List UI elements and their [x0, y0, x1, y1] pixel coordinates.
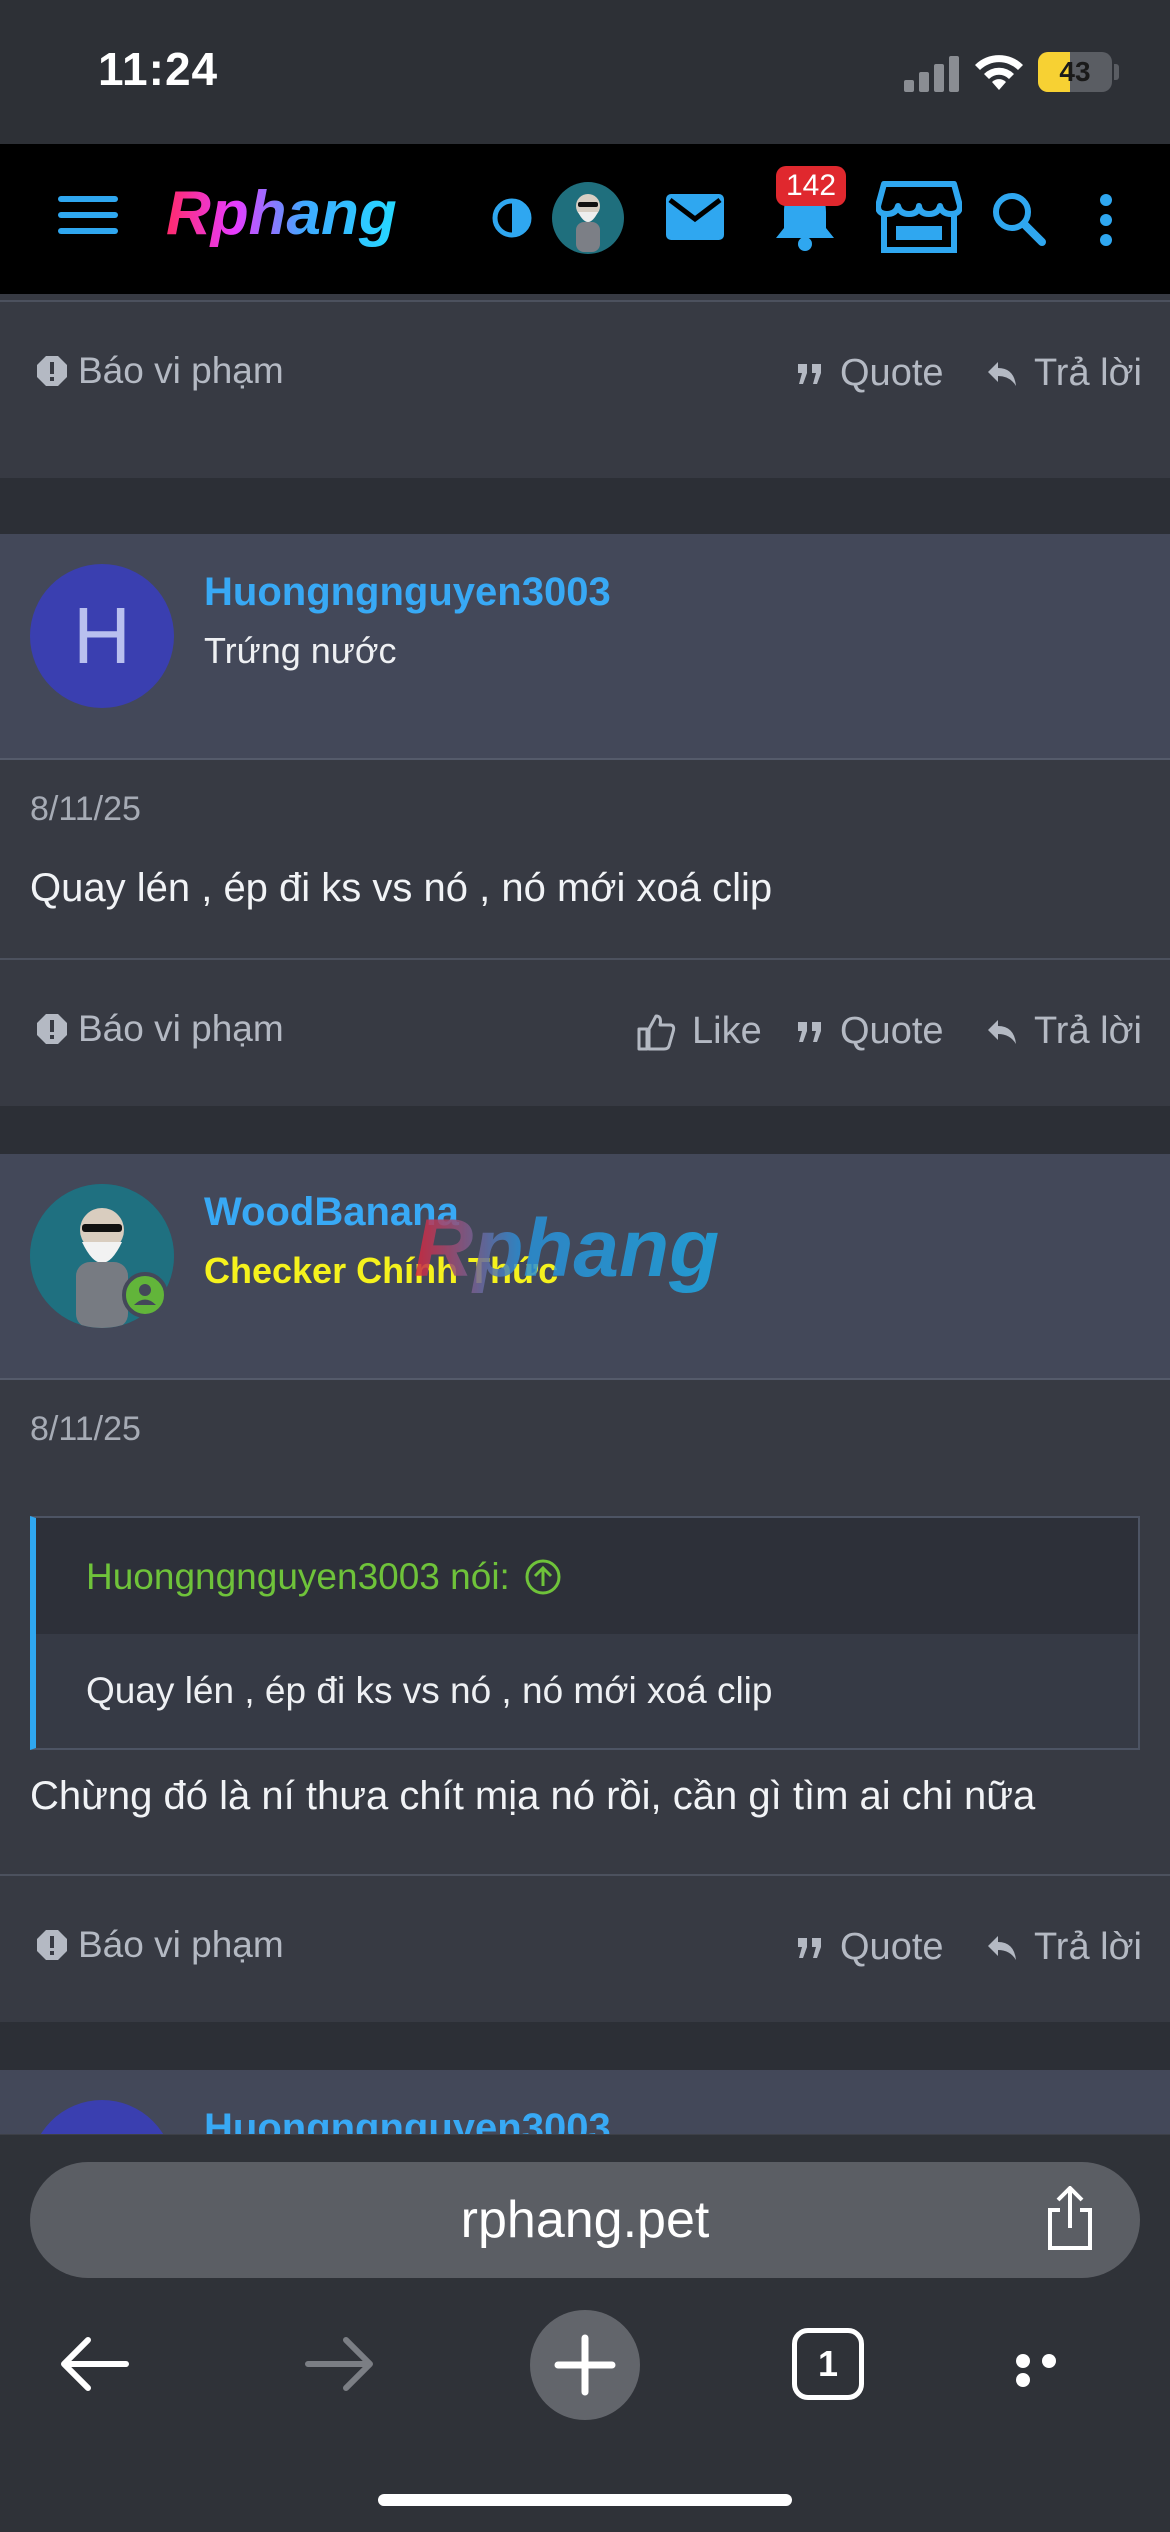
- new-tab-button[interactable]: [530, 2310, 640, 2420]
- browser-more-icon[interactable]: [1016, 2354, 1088, 2387]
- report-label: Báo vi phạm: [78, 350, 284, 391]
- username[interactable]: Huongngnguyen3003: [204, 2106, 611, 2134]
- mail-icon[interactable]: [664, 192, 726, 242]
- post-header: WoodBanana Checker Chính Thức: [0, 1154, 1170, 1380]
- search-icon[interactable]: [990, 190, 1046, 246]
- more-options-icon[interactable]: [1100, 194, 1114, 246]
- notification-count-badge[interactable]: 142: [776, 166, 846, 206]
- alert-icon: [37, 356, 67, 386]
- avatar[interactable]: H: [30, 564, 174, 708]
- username[interactable]: WoodBanana: [204, 1190, 459, 1235]
- reply-button[interactable]: Trả lời: [986, 1010, 1142, 1053]
- share-icon[interactable]: [1040, 2186, 1100, 2252]
- wifi-icon: [975, 55, 1023, 90]
- post-2: WoodBanana Checker Chính Thức 8/11/25 Hu…: [0, 1154, 1170, 2022]
- online-status-icon: [122, 1272, 168, 1318]
- post-body: Chừng đó là ní thưa chít mịa nó rồi, cần…: [30, 1774, 1036, 1818]
- cellular-signal-icon: [904, 56, 959, 92]
- report-label: Báo vi phạm: [78, 1924, 284, 1965]
- reply-label: Trả lời: [1034, 352, 1142, 394]
- hamburger-menu-icon[interactable]: [58, 196, 118, 240]
- back-arrow-icon[interactable]: [58, 2334, 130, 2394]
- quote-button[interactable]: Quote: [796, 1926, 944, 1969]
- post-footer: Báo vi phạm Like Quote Trả lời: [0, 958, 1170, 1106]
- quote-author-text: Huongngnguyen3003 nói:: [86, 1556, 510, 1597]
- alert-icon: [37, 1014, 67, 1044]
- quote-label: Quote: [840, 352, 944, 394]
- username[interactable]: Huongngnguyen3003: [204, 570, 611, 615]
- quote-label: Quote: [840, 1926, 944, 1968]
- user-title: Trứng nước: [204, 630, 397, 671]
- forward-arrow-icon[interactable]: [304, 2334, 376, 2394]
- reply-button[interactable]: Trả lời: [986, 352, 1142, 395]
- quote-author[interactable]: Huongngnguyen3003 nói:: [86, 1556, 562, 1598]
- quote-icon: [798, 363, 821, 384]
- arrow-up-circle-icon[interactable]: [524, 1558, 562, 1596]
- battery-icon: 43: [1038, 52, 1112, 92]
- alert-icon: [37, 1930, 67, 1960]
- report-link[interactable]: Báo vi phạm: [36, 1008, 284, 1050]
- battery-percent: 43: [1059, 56, 1091, 87]
- reply-icon: [988, 1935, 1016, 1960]
- reply-icon: [988, 1019, 1016, 1044]
- quote-icon: [798, 1021, 821, 1042]
- site-logo-text: Rphang: [166, 179, 397, 248]
- quote-block: Huongngnguyen3003 nói: Quay lén , ép đi …: [30, 1516, 1140, 1750]
- thumbs-up-icon: [637, 1014, 676, 1050]
- quote-header: Huongngnguyen3003 nói:: [36, 1518, 1138, 1634]
- like-button[interactable]: Like: [636, 1010, 762, 1053]
- post-3: Huongngnguyen3003: [0, 2070, 1170, 2134]
- theme-toggle-icon[interactable]: [490, 196, 534, 240]
- url-text: rphang.pet: [460, 2191, 710, 2249]
- post-1: H Huongngnguyen3003 Trứng nước 8/11/25 Q…: [0, 534, 1170, 1106]
- post-previous: Báo vi phạm Quote Trả lời: [0, 294, 1170, 478]
- quote-label: Quote: [840, 1010, 944, 1052]
- reply-label: Trả lời: [1034, 1010, 1142, 1052]
- post-footer: Báo vi phạm Quote Trả lời: [0, 1874, 1170, 2022]
- status-time: 11:24: [98, 43, 219, 95]
- post-footer: Báo vi phạm Quote Trả lời: [0, 300, 1170, 448]
- thread-content: Báo vi phạm Quote Trả lời H Huongngnguye…: [0, 294, 1170, 2134]
- reply-label: Trả lời: [1034, 1926, 1142, 1968]
- like-label: Like: [692, 1010, 762, 1052]
- address-bar[interactable]: rphang.pet: [30, 2162, 1140, 2278]
- home-indicator: [378, 2494, 792, 2506]
- user-avatar[interactable]: [552, 182, 624, 254]
- quote-button[interactable]: Quote: [796, 1010, 944, 1053]
- quote-icon: [798, 1937, 821, 1958]
- battery-cap: [1114, 64, 1119, 80]
- plus-icon: [554, 2334, 616, 2396]
- post-header: Huongngnguyen3003: [0, 2070, 1170, 2134]
- store-icon[interactable]: [876, 180, 962, 254]
- tab-switcher-button[interactable]: 1: [792, 2328, 864, 2400]
- post-header: H Huongngnguyen3003 Trứng nước: [0, 534, 1170, 760]
- report-link[interactable]: Báo vi phạm: [36, 350, 284, 392]
- report-label: Báo vi phạm: [78, 1008, 284, 1049]
- user-title: Checker Chính Thức: [204, 1250, 559, 1291]
- status-bar: 11:24 43: [0, 0, 1170, 144]
- report-link[interactable]: Báo vi phạm: [36, 1924, 284, 1966]
- quote-button[interactable]: Quote: [796, 352, 944, 395]
- post-date[interactable]: 8/11/25: [30, 1410, 141, 1449]
- site-logo[interactable]: Rphang: [164, 178, 446, 254]
- reply-button[interactable]: Trả lời: [986, 1926, 1142, 1969]
- avatar[interactable]: [30, 2100, 174, 2134]
- reply-icon: [988, 361, 1016, 386]
- post-body: Quay lén , ép đi ks vs nó , nó mới xoá c…: [30, 866, 773, 910]
- post-date[interactable]: 8/11/25: [30, 790, 141, 829]
- quote-text: Quay lén , ép đi ks vs nó , nó mới xoá c…: [86, 1670, 773, 1711]
